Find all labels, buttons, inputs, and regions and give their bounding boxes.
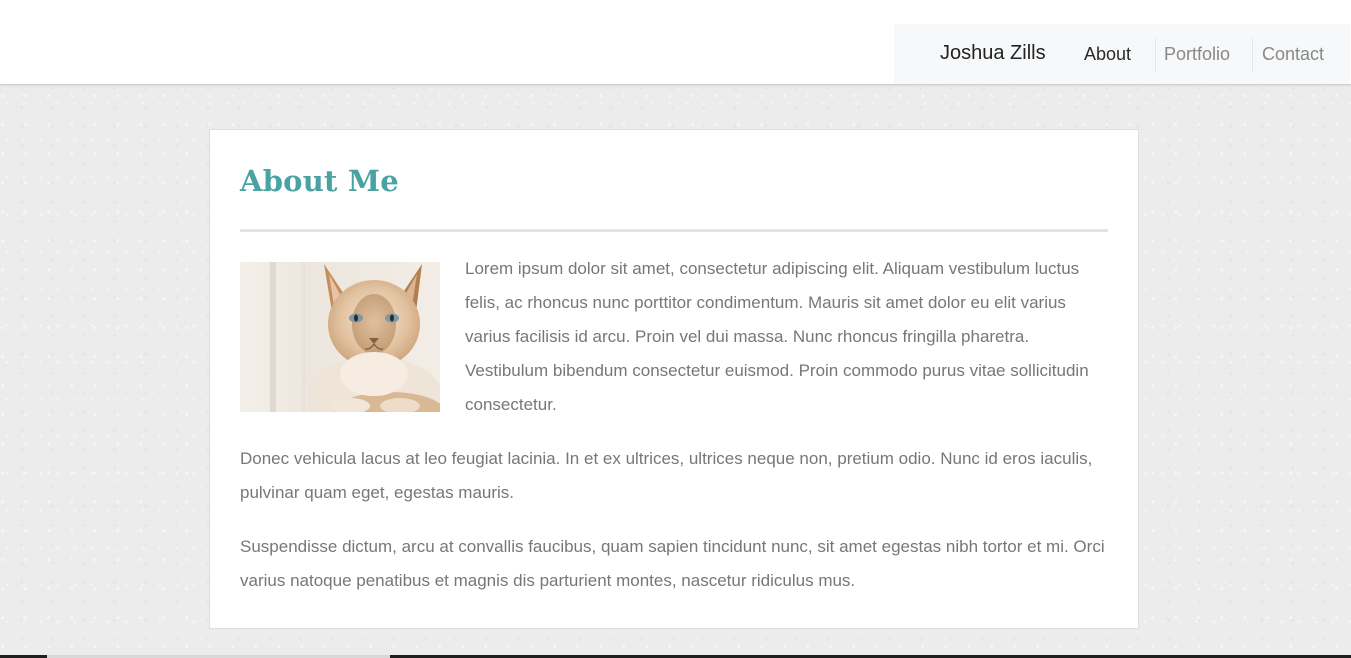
about-paragraph-2: Donec vehicula lacus at leo feugiat laci… [240,449,1093,502]
about-paragraph-3: Suspendisse dictum, arcu at convallis fa… [240,537,1105,590]
site-header: Joshua Zills About Portfolio Contact [0,0,1351,85]
about-card: About Me Lorem ipsum dolor sit amet, con… [209,129,1139,629]
nav-separator [1155,38,1156,72]
cat-photo [240,262,440,412]
brand-link[interactable]: Joshua Zills [940,42,1046,65]
about-paragraph-1: Lorem ipsum dolor sit amet, consectetur … [465,259,1089,414]
main-nav: Joshua Zills About Portfolio Contact [894,24,1350,84]
title-divider [240,229,1108,232]
nav-portfolio[interactable]: Portfolio [1164,44,1230,65]
page-title: About Me [240,164,399,198]
nav-separator [1252,38,1253,72]
nav-contact[interactable]: Contact [1262,44,1324,65]
nav-about[interactable]: About [1084,44,1131,65]
